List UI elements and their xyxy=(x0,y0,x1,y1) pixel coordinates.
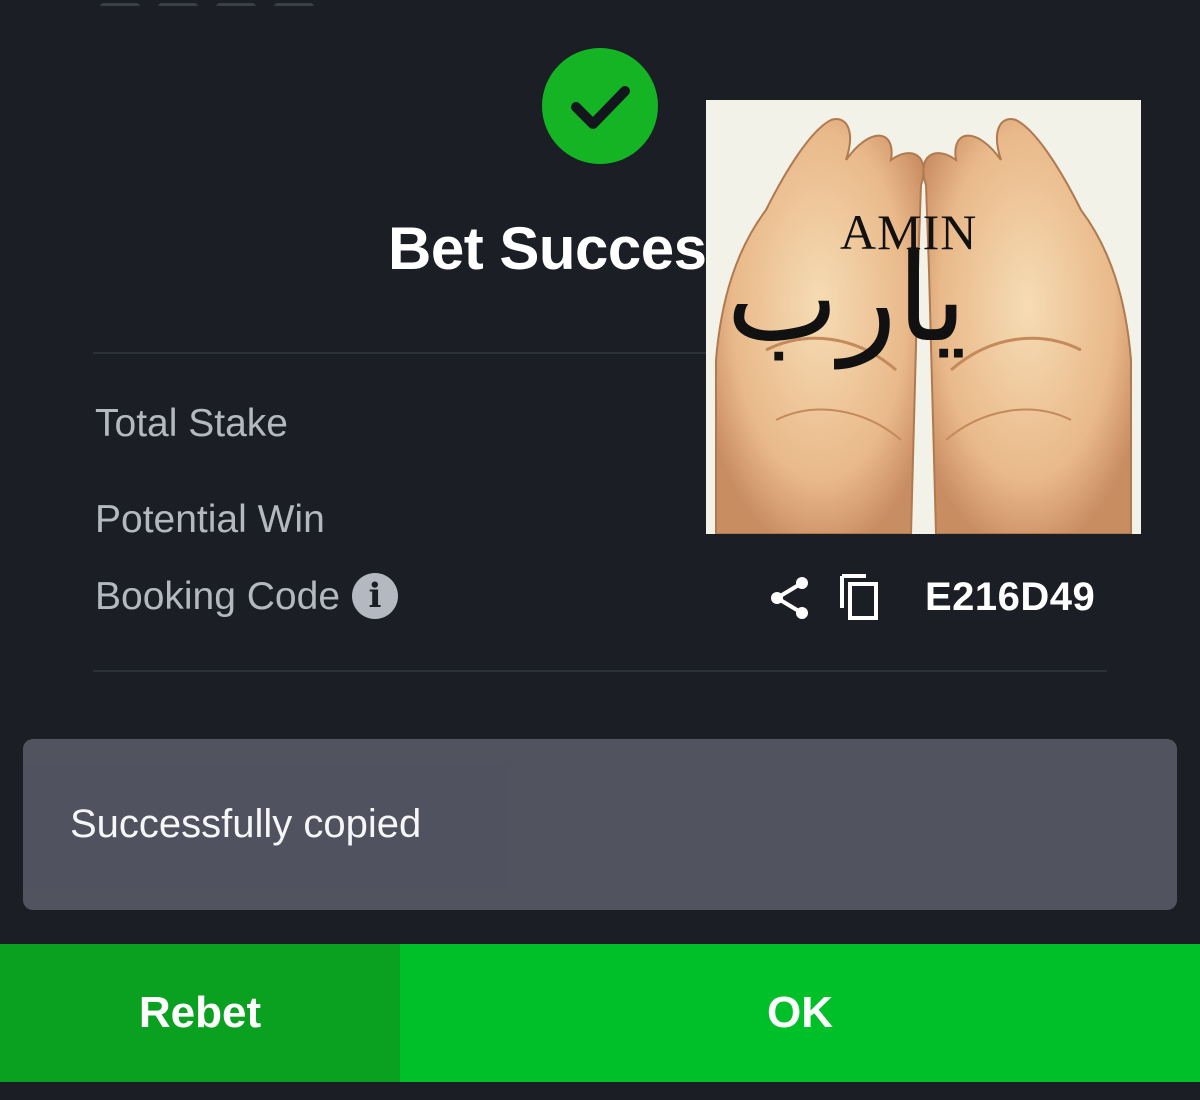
page-title: Bet Succes xyxy=(388,215,707,282)
booking-code-row: Booking Code i xyxy=(95,572,399,622)
booking-code-value[interactable]: E216D49 xyxy=(925,575,1095,620)
info-icon[interactable]: i xyxy=(352,572,399,619)
booking-code-label: Booking Code xyxy=(95,575,341,618)
share-icon[interactable] xyxy=(768,575,812,626)
copy-icon[interactable] xyxy=(838,572,882,627)
success-check-icon xyxy=(542,48,658,164)
total-stake-label: Total Stake xyxy=(95,402,288,445)
toast-notification: Successfully copied xyxy=(23,739,1177,910)
toast-message: Successfully copied xyxy=(70,802,422,846)
top-partial-content xyxy=(100,0,380,6)
ok-button[interactable]: OK xyxy=(400,944,1200,1082)
overlay-praying-hands-image: AMIN يارب xyxy=(706,100,1141,534)
overlay-arabic-text: يارب xyxy=(726,230,967,369)
rebet-button[interactable]: Rebet xyxy=(0,944,400,1082)
bottom-edge xyxy=(0,1082,1200,1100)
potential-win-label: Potential Win xyxy=(95,498,325,541)
divider-bottom xyxy=(93,670,1107,672)
